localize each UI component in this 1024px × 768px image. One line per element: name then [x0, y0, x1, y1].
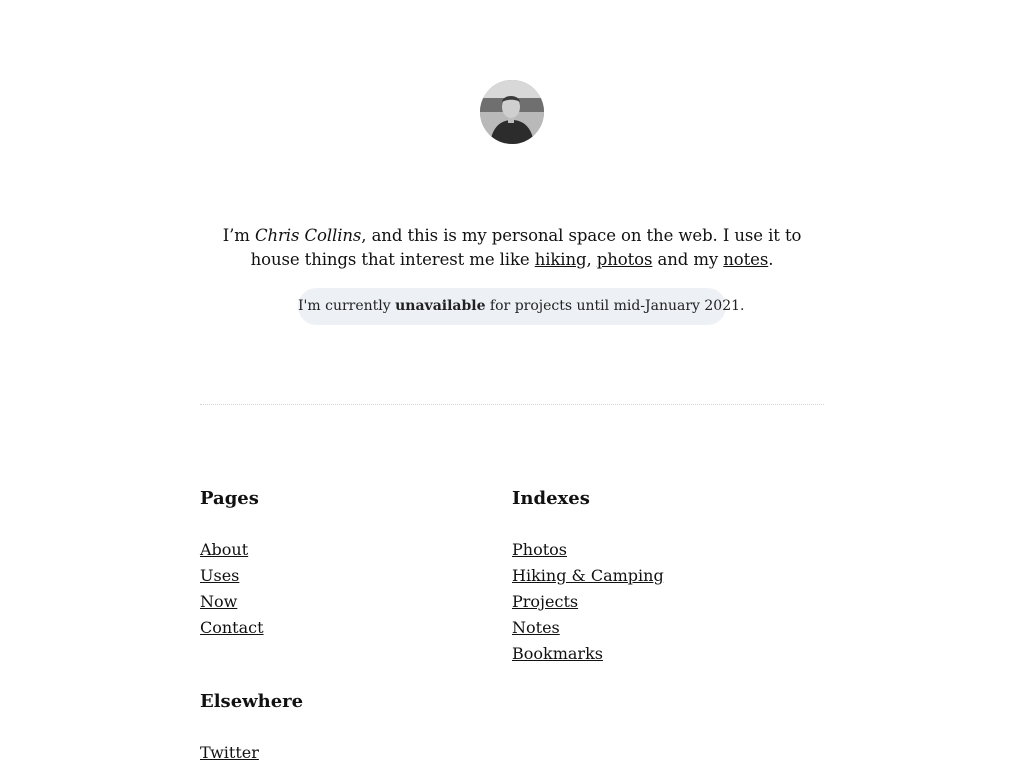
elsewhere-heading: Elsewhere — [200, 691, 304, 712]
elsewhere-list: Twitter — [200, 740, 500, 766]
avatar[interactable] — [480, 80, 544, 144]
now-link[interactable]: Now — [200, 592, 237, 611]
notes-index-link[interactable]: Notes — [512, 618, 560, 637]
hiking-camping-link[interactable]: Hiking & Camping — [512, 566, 664, 585]
list-item: Hiking & Camping — [512, 563, 812, 589]
indexes-section: Indexes Photos Hiking & Camping Projects… — [512, 488, 812, 667]
list-item: Uses — [200, 563, 500, 589]
list-item: Twitter — [200, 740, 500, 766]
intro-prefix: I’m — [222, 226, 255, 245]
list-item: About — [200, 537, 500, 563]
photos-index-link[interactable]: Photos — [512, 540, 567, 559]
status-prefix: I'm currently — [298, 298, 396, 314]
intro-separator: , — [586, 250, 597, 269]
list-item: Now — [200, 589, 500, 615]
availability-badge: I'm currently unavailable for projects u… — [298, 288, 744, 325]
author-name: Chris Collins — [254, 226, 362, 245]
pages-heading: Pages — [200, 488, 259, 509]
pages-list: About Uses Now Contact — [200, 537, 500, 641]
status-suffix: for projects until mid-January 2021. — [485, 298, 745, 314]
indexes-list: Photos Hiking & Camping Projects Notes B… — [512, 537, 812, 667]
bookmarks-link[interactable]: Bookmarks — [512, 644, 603, 663]
hiking-link[interactable]: hiking — [535, 250, 587, 269]
twitter-link[interactable]: Twitter — [200, 743, 259, 762]
list-item: Bookmarks — [512, 641, 812, 667]
photos-link[interactable]: photos — [597, 250, 653, 269]
notes-link[interactable]: notes — [723, 250, 768, 269]
about-link[interactable]: About — [200, 540, 248, 559]
intro-text: I’m Chris Collins, and this is my person… — [200, 224, 824, 272]
indexes-heading: Indexes — [512, 488, 590, 509]
page: I’m Chris Collins, and this is my person… — [0, 0, 1024, 768]
intro-suffix: . — [768, 250, 774, 269]
list-item: Projects — [512, 589, 812, 615]
status-state: unavailable — [395, 298, 486, 314]
list-item: Notes — [512, 615, 812, 641]
contact-link[interactable]: Contact — [200, 618, 264, 637]
profile-photo-icon — [480, 80, 544, 144]
list-item: Photos — [512, 537, 812, 563]
projects-link[interactable]: Projects — [512, 592, 578, 611]
elsewhere-section: Elsewhere Twitter — [200, 691, 500, 766]
pages-section: Pages About Uses Now Contact — [200, 488, 500, 641]
intro-separator: and my — [652, 250, 724, 269]
uses-link[interactable]: Uses — [200, 566, 239, 585]
list-item: Contact — [200, 615, 500, 641]
section-divider — [200, 404, 824, 405]
